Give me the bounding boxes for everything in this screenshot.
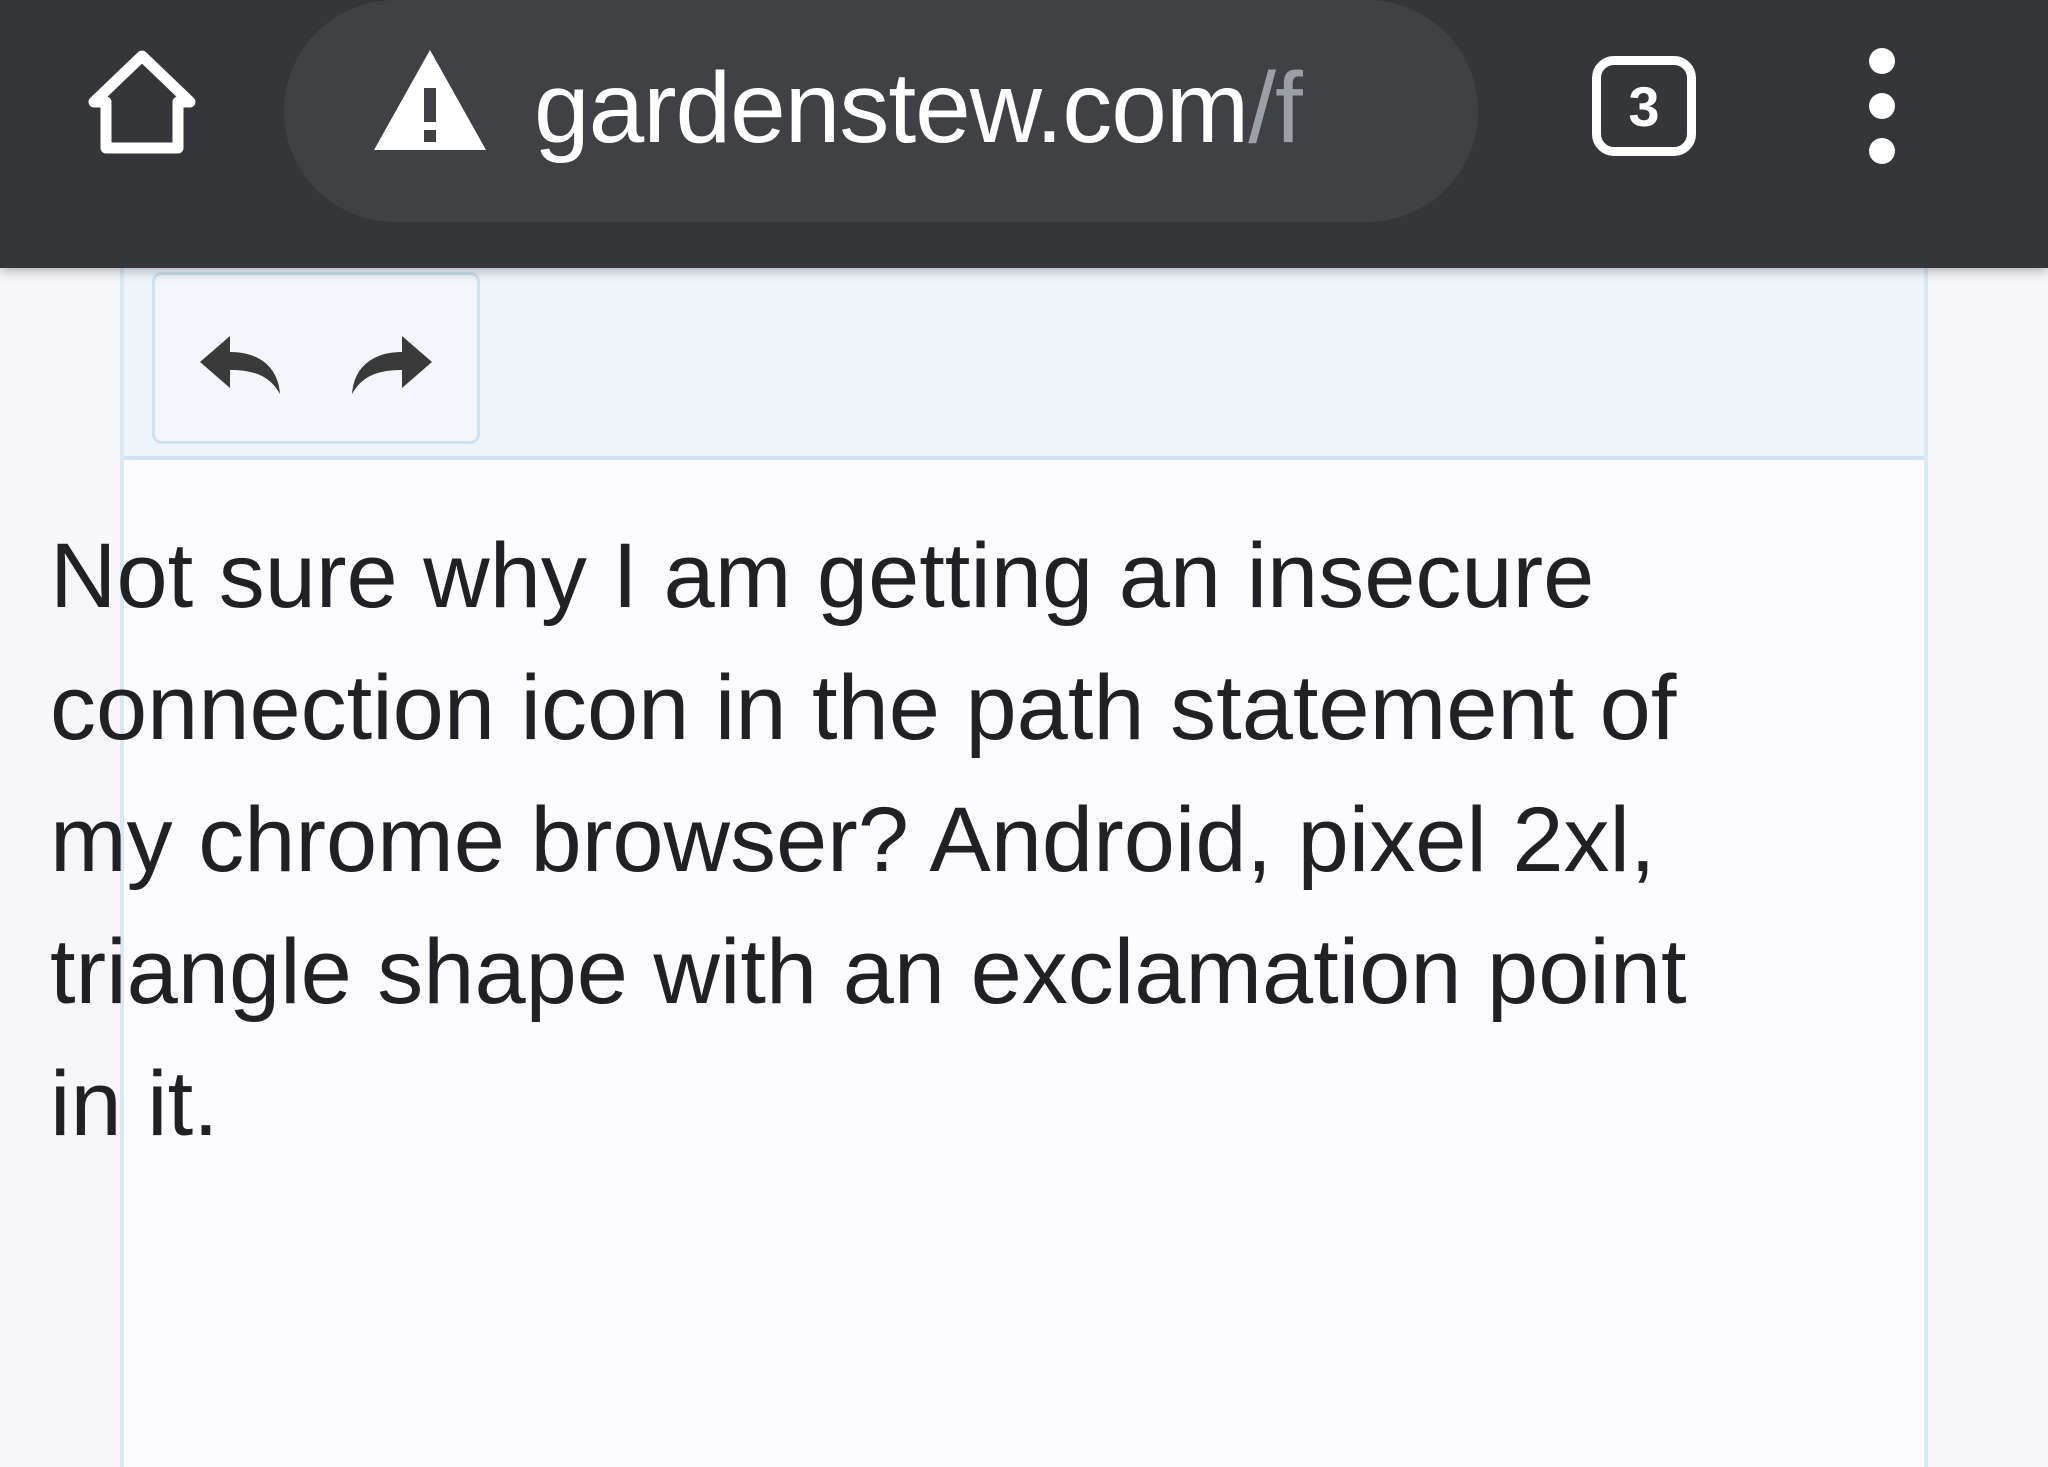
undo-button[interactable] xyxy=(191,325,291,405)
editor-toolbar xyxy=(124,268,1924,460)
redo-button[interactable] xyxy=(341,325,441,405)
url-path: /f xyxy=(1248,52,1303,164)
redo-icon xyxy=(352,336,432,394)
url-host: gardenstew.com xyxy=(534,52,1249,164)
undo-icon xyxy=(200,336,280,394)
home-icon xyxy=(88,50,196,154)
undo-redo-group xyxy=(152,272,480,444)
post-body-text: Not sure why I am getting an insecure co… xyxy=(50,525,1687,1155)
more-vert-icon[interactable] xyxy=(1836,48,1928,164)
address-bar[interactable]: gardenstew.com/f xyxy=(284,0,1478,222)
tab-switcher-button[interactable]: 3 xyxy=(1592,56,1696,156)
tab-count: 3 xyxy=(1628,74,1660,138)
home-button[interactable] xyxy=(80,40,204,164)
browser-toolbar: gardenstew.com/f 3 xyxy=(0,0,2048,268)
url-text[interactable]: gardenstew.com/f xyxy=(534,42,1303,174)
warning-triangle-icon[interactable] xyxy=(372,48,488,152)
